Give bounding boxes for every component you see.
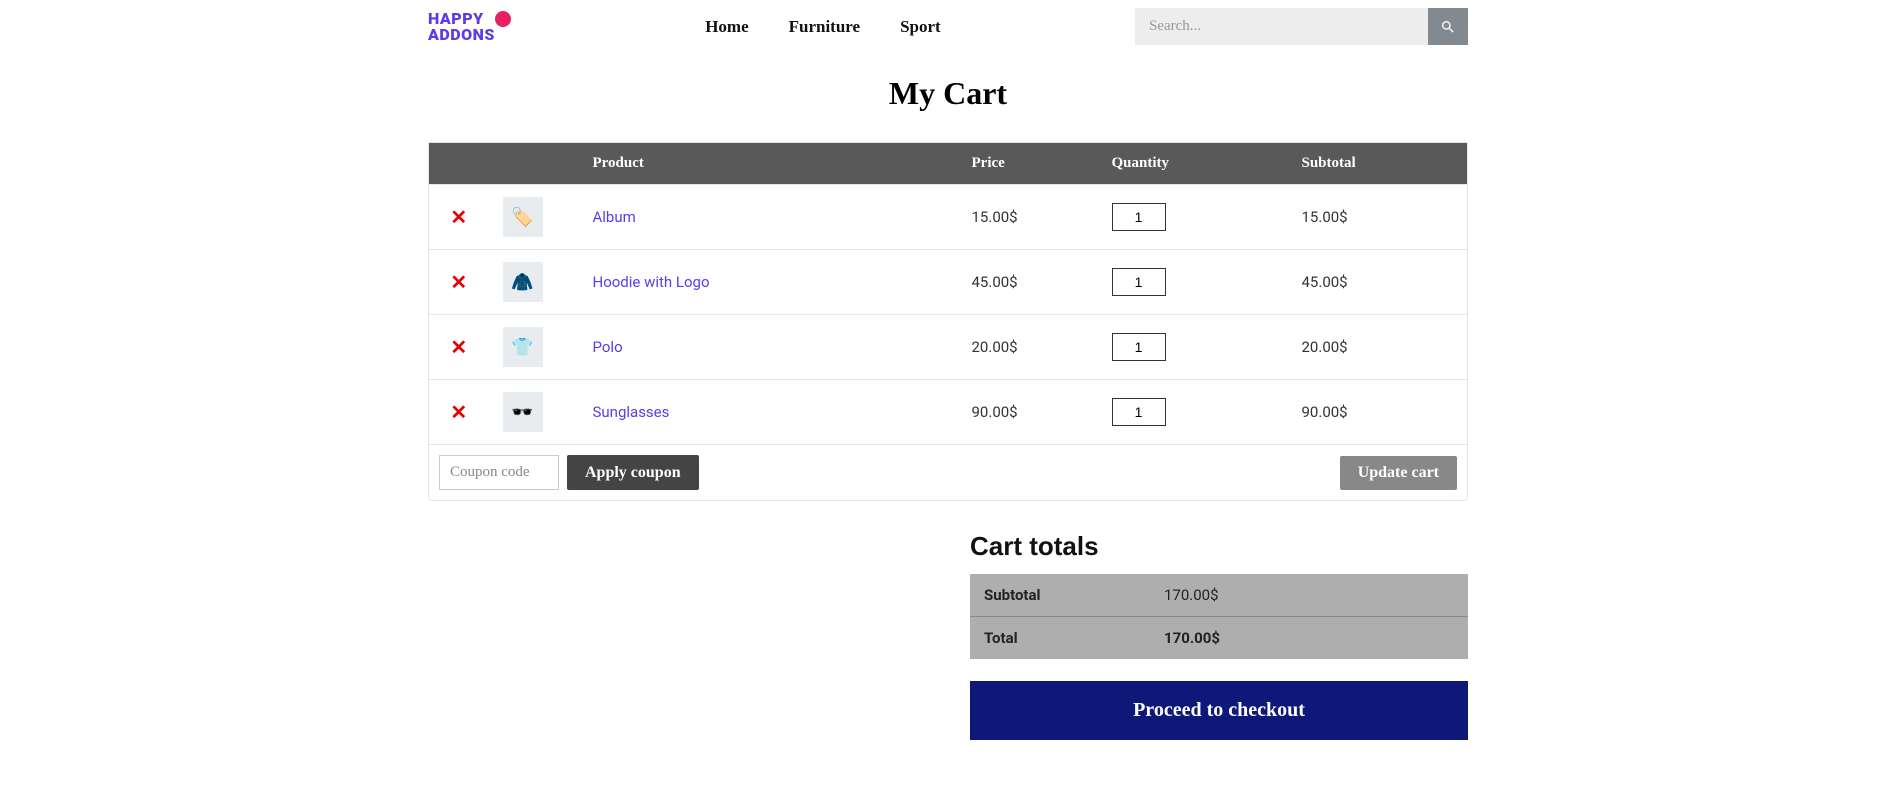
cart-table: Product Price Quantity Subtotal ✕ 🏷️ Album… <box>428 142 1468 445</box>
totals-table: Subtotal 170.00$ Total 170.00$ <box>970 574 1468 659</box>
col-subtotal: Subtotal <box>1288 143 1468 185</box>
logo-line2: ADDONS <box>428 27 495 43</box>
quantity-input[interactable] <box>1112 203 1166 231</box>
page-title: My Cart <box>428 75 1468 112</box>
subtotal-cell: 15.00$ <box>1288 185 1468 250</box>
cart-actions: Apply coupon Update cart <box>428 445 1468 501</box>
apply-coupon-button[interactable]: Apply coupon <box>567 455 699 490</box>
price-cell: 45.00$ <box>958 250 1098 315</box>
quantity-input[interactable] <box>1112 333 1166 361</box>
quantity-input[interactable] <box>1112 398 1166 426</box>
cart-totals: Cart totals Subtotal 170.00$ Total 170.0… <box>970 531 1468 740</box>
col-product: Product <box>579 143 958 185</box>
subtotal-label: Subtotal <box>970 574 1150 617</box>
col-price: Price <box>958 143 1098 185</box>
product-thumb[interactable]: 🕶️ <box>503 392 543 432</box>
total-label: Total <box>970 617 1150 660</box>
checkout-button[interactable]: Proceed to checkout <box>970 681 1468 740</box>
header: HAPPY ADDONS Home Furniture Sport <box>428 8 1468 63</box>
product-link[interactable]: Hoodie with Logo <box>593 273 710 291</box>
col-thumb <box>489 143 579 185</box>
table-row: ✕ 🧥 Hoodie with Logo 45.00$ 45.00$ <box>429 250 1468 315</box>
search-button[interactable] <box>1428 8 1468 45</box>
price-cell: 20.00$ <box>958 315 1098 380</box>
remove-button[interactable]: ✕ <box>450 337 467 357</box>
search-input[interactable] <box>1135 8 1428 45</box>
remove-button[interactable]: ✕ <box>450 207 467 227</box>
price-cell: 15.00$ <box>958 185 1098 250</box>
col-remove <box>429 143 489 185</box>
product-thumb[interactable]: 🧥 <box>503 262 543 302</box>
search-icon <box>1440 19 1456 35</box>
subtotal-value: 170.00$ <box>1150 574 1468 617</box>
product-link[interactable]: Sunglasses <box>593 403 670 421</box>
subtotal-cell: 45.00$ <box>1288 250 1468 315</box>
smiley-icon <box>495 11 511 27</box>
product-link[interactable]: Album <box>593 208 636 226</box>
table-row: ✕ 🏷️ Album 15.00$ 15.00$ <box>429 185 1468 250</box>
coupon-group: Apply coupon <box>439 455 699 490</box>
nav-furniture[interactable]: Furniture <box>789 17 860 37</box>
product-thumb[interactable]: 🏷️ <box>503 197 543 237</box>
table-row: ✕ 🕶️ Sunglasses 90.00$ 90.00$ <box>429 380 1468 445</box>
logo[interactable]: HAPPY ADDONS <box>428 11 511 43</box>
cart-totals-title: Cart totals <box>970 531 1468 562</box>
product-link[interactable]: Polo <box>593 338 623 356</box>
update-cart-button[interactable]: Update cart <box>1340 456 1457 490</box>
subtotal-cell: 90.00$ <box>1288 380 1468 445</box>
main-nav: Home Furniture Sport <box>705 17 941 37</box>
nav-home[interactable]: Home <box>705 17 748 37</box>
price-cell: 90.00$ <box>958 380 1098 445</box>
total-value: 170.00$ <box>1150 617 1468 660</box>
product-thumb[interactable]: 👕 <box>503 327 543 367</box>
quantity-input[interactable] <box>1112 268 1166 296</box>
col-quantity: Quantity <box>1098 143 1288 185</box>
table-row: ✕ 👕 Polo 20.00$ 20.00$ <box>429 315 1468 380</box>
remove-button[interactable]: ✕ <box>450 402 467 422</box>
subtotal-cell: 20.00$ <box>1288 315 1468 380</box>
remove-button[interactable]: ✕ <box>450 272 467 292</box>
search <box>1135 8 1468 45</box>
coupon-input[interactable] <box>439 455 559 490</box>
nav-sport[interactable]: Sport <box>900 17 941 37</box>
